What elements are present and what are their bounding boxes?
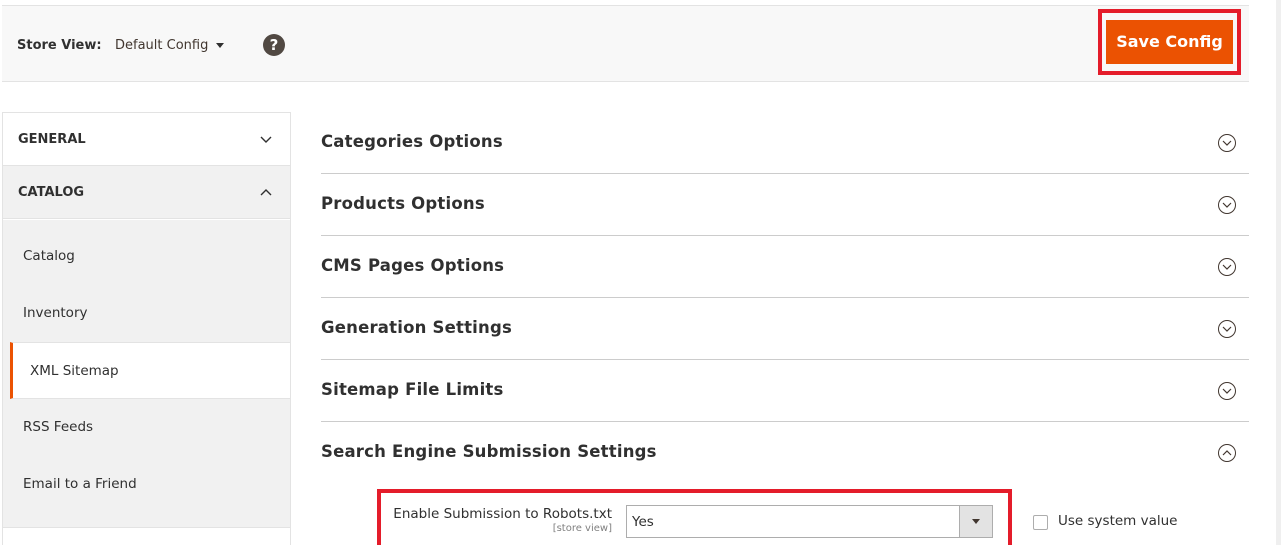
question-circle-icon[interactable]: ? <box>263 34 285 56</box>
use-system-value-checkbox[interactable] <box>1033 515 1048 530</box>
sidebar-tab-label: GENERAL <box>18 132 86 147</box>
section-generation-settings[interactable]: Generation Settings <box>321 298 1249 360</box>
sidebar-item-email-to-a-friend[interactable]: Email to a Friend <box>3 456 290 513</box>
select-value: Yes <box>632 514 654 530</box>
catalog-subnav: Catalog Inventory XML Sitemap RSS Feeds … <box>3 220 290 528</box>
chevron-circle-down-icon <box>1218 196 1236 214</box>
select-arrow-button[interactable] <box>959 506 992 537</box>
section-products-options[interactable]: Products Options <box>321 174 1249 236</box>
store-view-switcher[interactable]: Default Config <box>115 38 225 53</box>
chevron-circle-down-icon <box>1218 382 1236 400</box>
chevron-circle-up-icon <box>1218 444 1236 462</box>
store-view-bar: Store View: Default Config ? <box>2 5 1249 82</box>
chevron-circle-down-icon <box>1218 134 1236 152</box>
caret-down-icon <box>972 519 980 524</box>
sidebar-item-xml-sitemap[interactable]: XML Sitemap <box>10 342 290 399</box>
store-view-value: Default Config <box>115 38 209 53</box>
section-cms-pages-options[interactable]: CMS Pages Options <box>321 236 1249 298</box>
section-search-engine-submission-settings[interactable]: Search Engine Submission Settings <box>321 422 1249 484</box>
store-view-label: Store View: <box>17 38 102 53</box>
sidebar-item-rss-feeds[interactable]: RSS Feeds <box>3 399 290 456</box>
sidebar-item-catalog[interactable]: Catalog <box>3 228 290 285</box>
save-config-button[interactable]: Save Config <box>1106 20 1233 64</box>
sidebar-tab-general[interactable]: GENERAL <box>3 113 290 166</box>
section-title: Sitemap File Limits <box>321 380 504 399</box>
field-scope-label: [store view] <box>552 523 612 534</box>
use-system-value-label[interactable]: Use system value <box>1058 513 1177 529</box>
section-categories-options[interactable]: Categories Options <box>321 112 1249 174</box>
caret-down-icon <box>216 43 225 48</box>
config-sidebar: GENERAL CATALOG Catalog Inventory XML Si… <box>2 112 291 545</box>
enable-robots-submission-label: Enable Submission to Robots.txt <box>393 506 612 522</box>
section-title: Products Options <box>321 194 485 213</box>
chevron-circle-down-icon <box>1218 258 1236 276</box>
sidebar-tab-catalog[interactable]: CATALOG <box>3 166 290 219</box>
sidebar-tab-label: CATALOG <box>18 185 85 200</box>
section-title: Categories Options <box>321 132 503 151</box>
chevron-circle-down-icon <box>1218 320 1236 338</box>
section-title: Search Engine Submission Settings <box>321 442 657 461</box>
section-title: CMS Pages Options <box>321 256 505 275</box>
sidebar-item-inventory[interactable]: Inventory <box>3 285 290 342</box>
enable-robots-submission-select[interactable]: Yes <box>626 505 993 538</box>
page-scrollbar-track[interactable] <box>1276 0 1281 545</box>
section-sitemap-file-limits[interactable]: Sitemap File Limits <box>321 360 1249 422</box>
section-title: Generation Settings <box>321 318 512 337</box>
